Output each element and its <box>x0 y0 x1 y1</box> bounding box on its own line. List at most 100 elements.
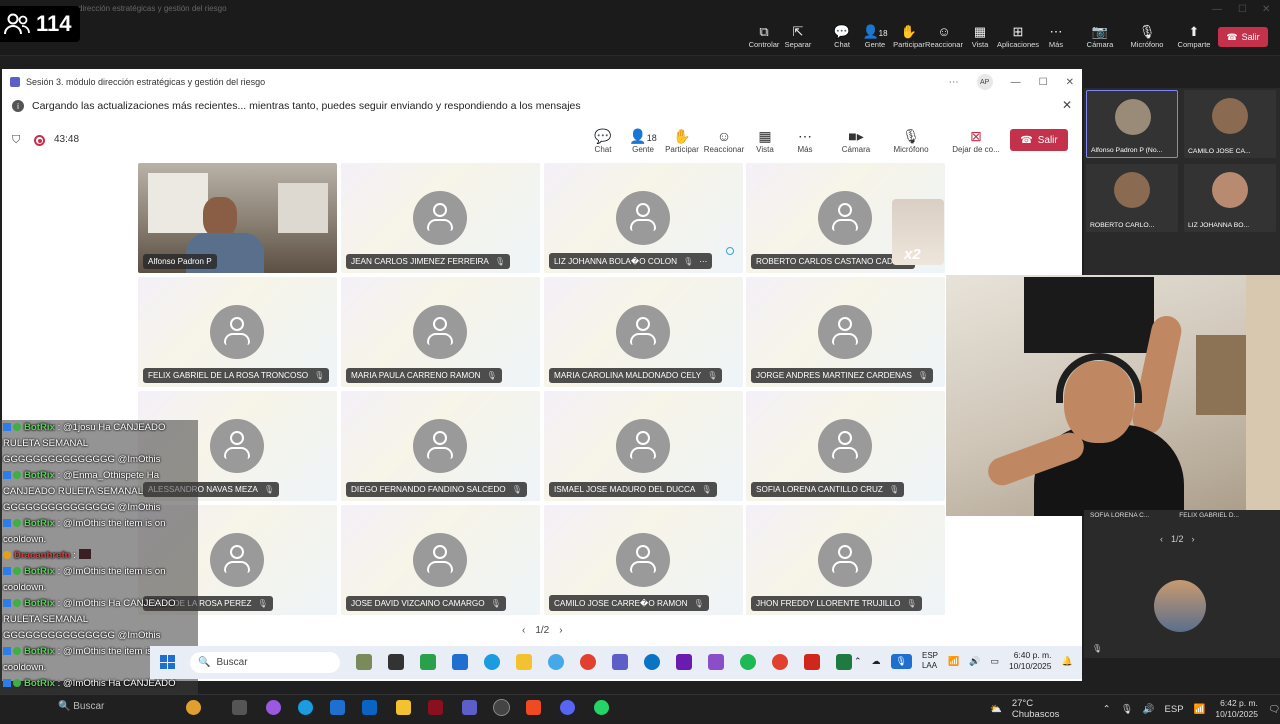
yahoo-icon[interactable] <box>676 654 692 670</box>
discord-icon[interactable] <box>560 700 575 715</box>
teams-icon[interactable] <box>462 700 477 715</box>
participant-tile[interactable]: JOSE DAVID VIZCAINO CAMARGO 🎙 <box>341 505 540 615</box>
maximize-button[interactable]: ☐ <box>1039 77 1048 88</box>
avatar-placeholder-icon <box>616 419 670 473</box>
battery-icon[interactable]: ▭ <box>990 656 999 667</box>
app-icon[interactable] <box>708 654 724 670</box>
webcam-caption-bar: SOFIA LORENA C... FELIX GABRIEL D... <box>1084 510 1280 524</box>
stop-sharing-button[interactable]: ⊠ Dejar de co... <box>950 127 1002 154</box>
clock[interactable]: 6:40 p. m. 10/10/2025 <box>1009 650 1052 672</box>
participant-tile[interactable]: JEAN CARLOS JIMENEZ FERREIRA 🎙 <box>341 163 540 273</box>
participant-tile[interactable]: ROBERTO CARLOS CASTANO CADENA x2 <box>746 163 945 273</box>
volume-icon[interactable]: 🔊 <box>969 656 980 667</box>
leave-button[interactable]: ☎ Salir <box>1010 129 1068 151</box>
chrome-icon[interactable] <box>772 654 788 670</box>
prev-page-icon[interactable]: ‹ <box>522 625 525 636</box>
pdf-icon[interactable] <box>804 654 820 670</box>
participant-tile[interactable]: JHON FREDDY LLORENTE TRUJILLO 🎙 <box>746 505 945 615</box>
taskbar-search[interactable]: 🔍 Buscar <box>190 652 340 673</box>
system-tray: ⛅ 27°C Chubascos ⌃ 🎙 🔊 ESP 📶 6:42 p. m. 1… <box>990 698 1280 720</box>
participant-tile[interactable]: SOFIA LORENA CANTILLO CRUZ 🎙 <box>746 391 945 501</box>
spotify-icon[interactable] <box>740 654 756 670</box>
chrome-icon[interactable] <box>580 654 596 670</box>
car-app-icon[interactable] <box>356 654 372 670</box>
notification-icon[interactable]: 🔔 <box>1062 656 1073 667</box>
store-icon[interactable] <box>452 654 468 670</box>
avatar-placeholder-icon <box>818 533 872 587</box>
participant-tile[interactable]: DIEGO FERNANDO FANDINO SALCEDO 🎙 <box>341 391 540 501</box>
gallery-tile[interactable]: LIZ JOHANNA BO... <box>1184 164 1276 232</box>
page-indicator: 1/2 <box>1171 534 1184 544</box>
mic-icon[interactable]: 🎙 <box>1121 704 1133 715</box>
chevron-up-icon[interactable]: ⌃ <box>854 656 862 667</box>
weather-icon[interactable]: ⛅ <box>990 704 1002 715</box>
outer-more-button[interactable]: ⋯ Más <box>1034 24 1078 49</box>
wifi-icon[interactable]: 📶 <box>948 656 959 667</box>
taskbar-search[interactable]: 🔍 Buscar <box>58 701 104 712</box>
participant-tile[interactable]: JORGE ANDRES MARTINEZ CARDENAS 🎙 <box>746 277 945 387</box>
edge-icon[interactable] <box>298 700 313 715</box>
outer-close-button[interactable]: ✕ <box>1262 4 1270 15</box>
gallery-tile[interactable]: Alfonso Padron P (No... <box>1086 90 1178 158</box>
widget-icon[interactable] <box>186 700 201 715</box>
participant-tile[interactable]: MARIA CAROLINA MALDONADO CELY 🎙 <box>544 277 743 387</box>
cloud-icon[interactable]: ☁ <box>872 656 881 667</box>
outer-minimize-button[interactable]: — <box>1212 4 1222 15</box>
file-explorer-icon[interactable] <box>396 700 411 715</box>
brave-icon[interactable] <box>526 700 541 715</box>
raise-hand-button[interactable]: ✋ Participar <box>659 127 705 154</box>
outer-share-button[interactable]: ⬆ Comparte <box>1172 24 1216 49</box>
copilot-icon[interactable] <box>266 700 281 715</box>
language-indicator[interactable]: ESP <box>1165 704 1184 715</box>
weather-text[interactable]: 27°C Chubascos <box>1012 698 1083 720</box>
outer-mic-button[interactable]: 🎙 Micrófono <box>1125 24 1169 49</box>
excel-icon[interactable] <box>836 654 852 670</box>
store-icon[interactable] <box>330 700 345 715</box>
outer-maximize-button[interactable]: ☐ <box>1238 4 1247 15</box>
edge-icon[interactable] <box>484 654 500 670</box>
participant-tile[interactable]: CAMILO JOSE CARRE�O RAMON 🎙 <box>544 505 743 615</box>
obs-icon[interactable] <box>493 699 510 716</box>
participant-tile[interactable]: MARIA PAULA CARRENO RAMON 🎙 <box>341 277 540 387</box>
wifi-icon[interactable]: 📶 <box>1194 704 1206 715</box>
task-view-icon[interactable] <box>232 700 247 715</box>
participant-tile[interactable]: ISMAEL JOSE MADURO DEL DUCCA 🎙 <box>544 391 743 501</box>
next-page-icon[interactable]: › <box>1192 534 1195 544</box>
avatar[interactable]: AP <box>976 74 993 90</box>
notification-icon[interactable]: 🗨 <box>1268 704 1280 715</box>
task-view-icon[interactable] <box>388 654 404 670</box>
bot-badge-icon <box>3 647 11 655</box>
teams-icon[interactable] <box>612 654 628 670</box>
app-icon[interactable] <box>420 654 436 670</box>
mic-icon[interactable]: 🎙 <box>890 653 912 669</box>
outlook-icon[interactable] <box>362 700 377 715</box>
language-indicator[interactable]: ESP <box>922 651 938 660</box>
minimize-button[interactable]: — <box>1011 77 1021 88</box>
more-options-icon[interactable]: ⋯ <box>949 77 959 88</box>
hp-icon[interactable] <box>644 654 660 670</box>
outer-popout-button[interactable]: ⇱ Separar <box>776 24 820 49</box>
next-page-icon[interactable]: › <box>559 625 562 636</box>
clock[interactable]: 6:42 p. m. 10/10/2025 <box>1215 698 1258 720</box>
mic-button[interactable]: 🎙 Micrófono <box>888 127 934 154</box>
outer-camera-button[interactable]: 📷 Cámara <box>1078 24 1122 49</box>
file-explorer-icon[interactable] <box>516 654 532 670</box>
outer-leave-button[interactable]: ☎ Salir <box>1218 27 1268 47</box>
more-button[interactable]: ⋯ Más <box>782 127 828 154</box>
participant-tile[interactable]: FELIX GABRIEL DE LA ROSA TRONCOSO 🎙 <box>138 277 337 387</box>
chevron-up-icon[interactable]: ⌃ <box>1103 704 1111 715</box>
prev-page-icon[interactable]: ‹ <box>1160 534 1163 544</box>
gallery-tile[interactable]: CAMILO JOSE CA... <box>1184 90 1276 158</box>
react-button[interactable]: ☺ Reaccionar <box>701 127 747 154</box>
volume-icon[interactable]: 🔊 <box>1143 704 1155 715</box>
participant-tile[interactable]: LIZ JOHANNA BOLA�O COLON 🎙 ⋯ <box>544 163 743 273</box>
whatsapp-icon[interactable] <box>594 700 609 715</box>
participant-tile[interactable]: Alfonso Padron P <box>138 163 337 273</box>
gallery-tile[interactable]: ROBERTO CARLO... <box>1086 164 1178 232</box>
browser-icon[interactable] <box>548 654 564 670</box>
notice-close-icon[interactable]: ✕ <box>1062 98 1072 112</box>
close-button[interactable]: ✕ <box>1066 77 1074 88</box>
camera-button[interactable]: ■▸ Cámara <box>833 127 879 154</box>
app-icon[interactable] <box>428 700 443 715</box>
windows-start-icon[interactable] <box>160 655 175 669</box>
